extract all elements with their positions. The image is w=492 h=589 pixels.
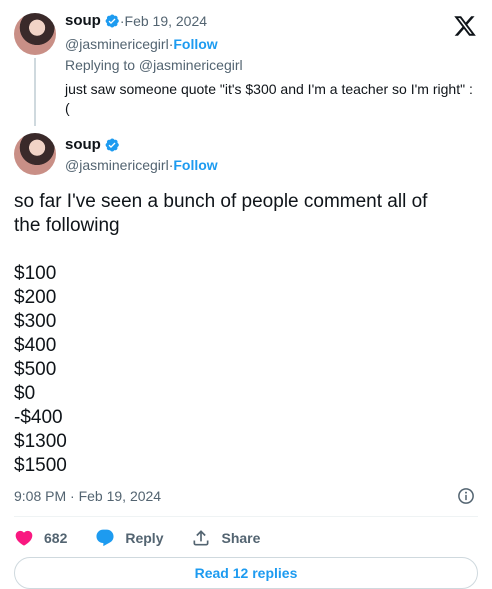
tweet-text-line: $100 [14,263,57,284]
reply-label: Reply [125,530,164,546]
parent-handle-row: @jasminericegirl · Follow [65,36,218,52]
parent-tweet-text: just saw someone quote "it's $300 and I'… [65,81,473,116]
tweet-timestamp[interactable]: 9:08 PM · Feb 19, 2024 [14,488,161,504]
author-handle[interactable]: @jasminericegirl [65,36,169,52]
share-label: Share [221,530,261,546]
tweet-text-line: -$400 [14,407,63,428]
tweet-handle-row: @jasminericegirl · Follow [65,157,218,173]
tweet-text: so far I've seen a bunch of people comme… [14,190,479,478]
avatar[interactable] [14,13,56,55]
tweet-text-line: $200 [14,287,57,308]
tweet-embed-card: soup · Feb 19, 2024 @jasminericegirl · F… [0,0,492,589]
follow-link[interactable]: Follow [173,36,217,52]
follow-link[interactable]: Follow [173,157,217,173]
reply-bubble-icon [96,529,114,547]
tweet-text-line: $500 [14,359,57,380]
tweet-text-line: the following [14,215,120,236]
tweet-header: soup [65,136,120,153]
heart-icon [15,530,33,546]
tweet-text-line: $400 [14,335,57,356]
action-bar: 682 Reply Share [14,527,288,549]
share-button[interactable]: Share [191,528,260,548]
divider [14,516,478,517]
post-date[interactable]: Feb 19, 2024 [125,13,208,29]
parent-header: soup · Feb 19, 2024 [65,12,207,29]
tweet-text-line: $300 [14,311,57,332]
tweet-text-line: so far I've seen a bunch of people comme… [14,191,428,212]
share-icon [193,530,209,546]
author-handle[interactable]: @jasminericegirl [65,157,169,173]
x-logo-icon[interactable] [452,14,478,38]
avatar[interactable] [14,133,56,175]
like-button[interactable]: 682 [14,528,67,548]
tweet-text-line [14,238,479,262]
info-icon[interactable] [457,487,475,505]
verified-badge-icon [105,13,119,28]
author-name[interactable]: soup [65,12,101,29]
tweet-text-line: $0 [14,383,36,404]
thread-line [34,58,36,126]
like-count: 682 [44,530,68,546]
author-name[interactable]: soup [65,136,101,153]
tweet-text-line: $1500 [14,455,67,476]
verified-badge-icon [105,137,119,152]
read-replies-button[interactable]: Read 12 replies [14,557,478,589]
tweet-text-line: $1300 [14,431,67,452]
reply-button[interactable]: Reply [95,528,163,548]
replying-to[interactable]: Replying to @jasminericegirl [65,57,243,73]
